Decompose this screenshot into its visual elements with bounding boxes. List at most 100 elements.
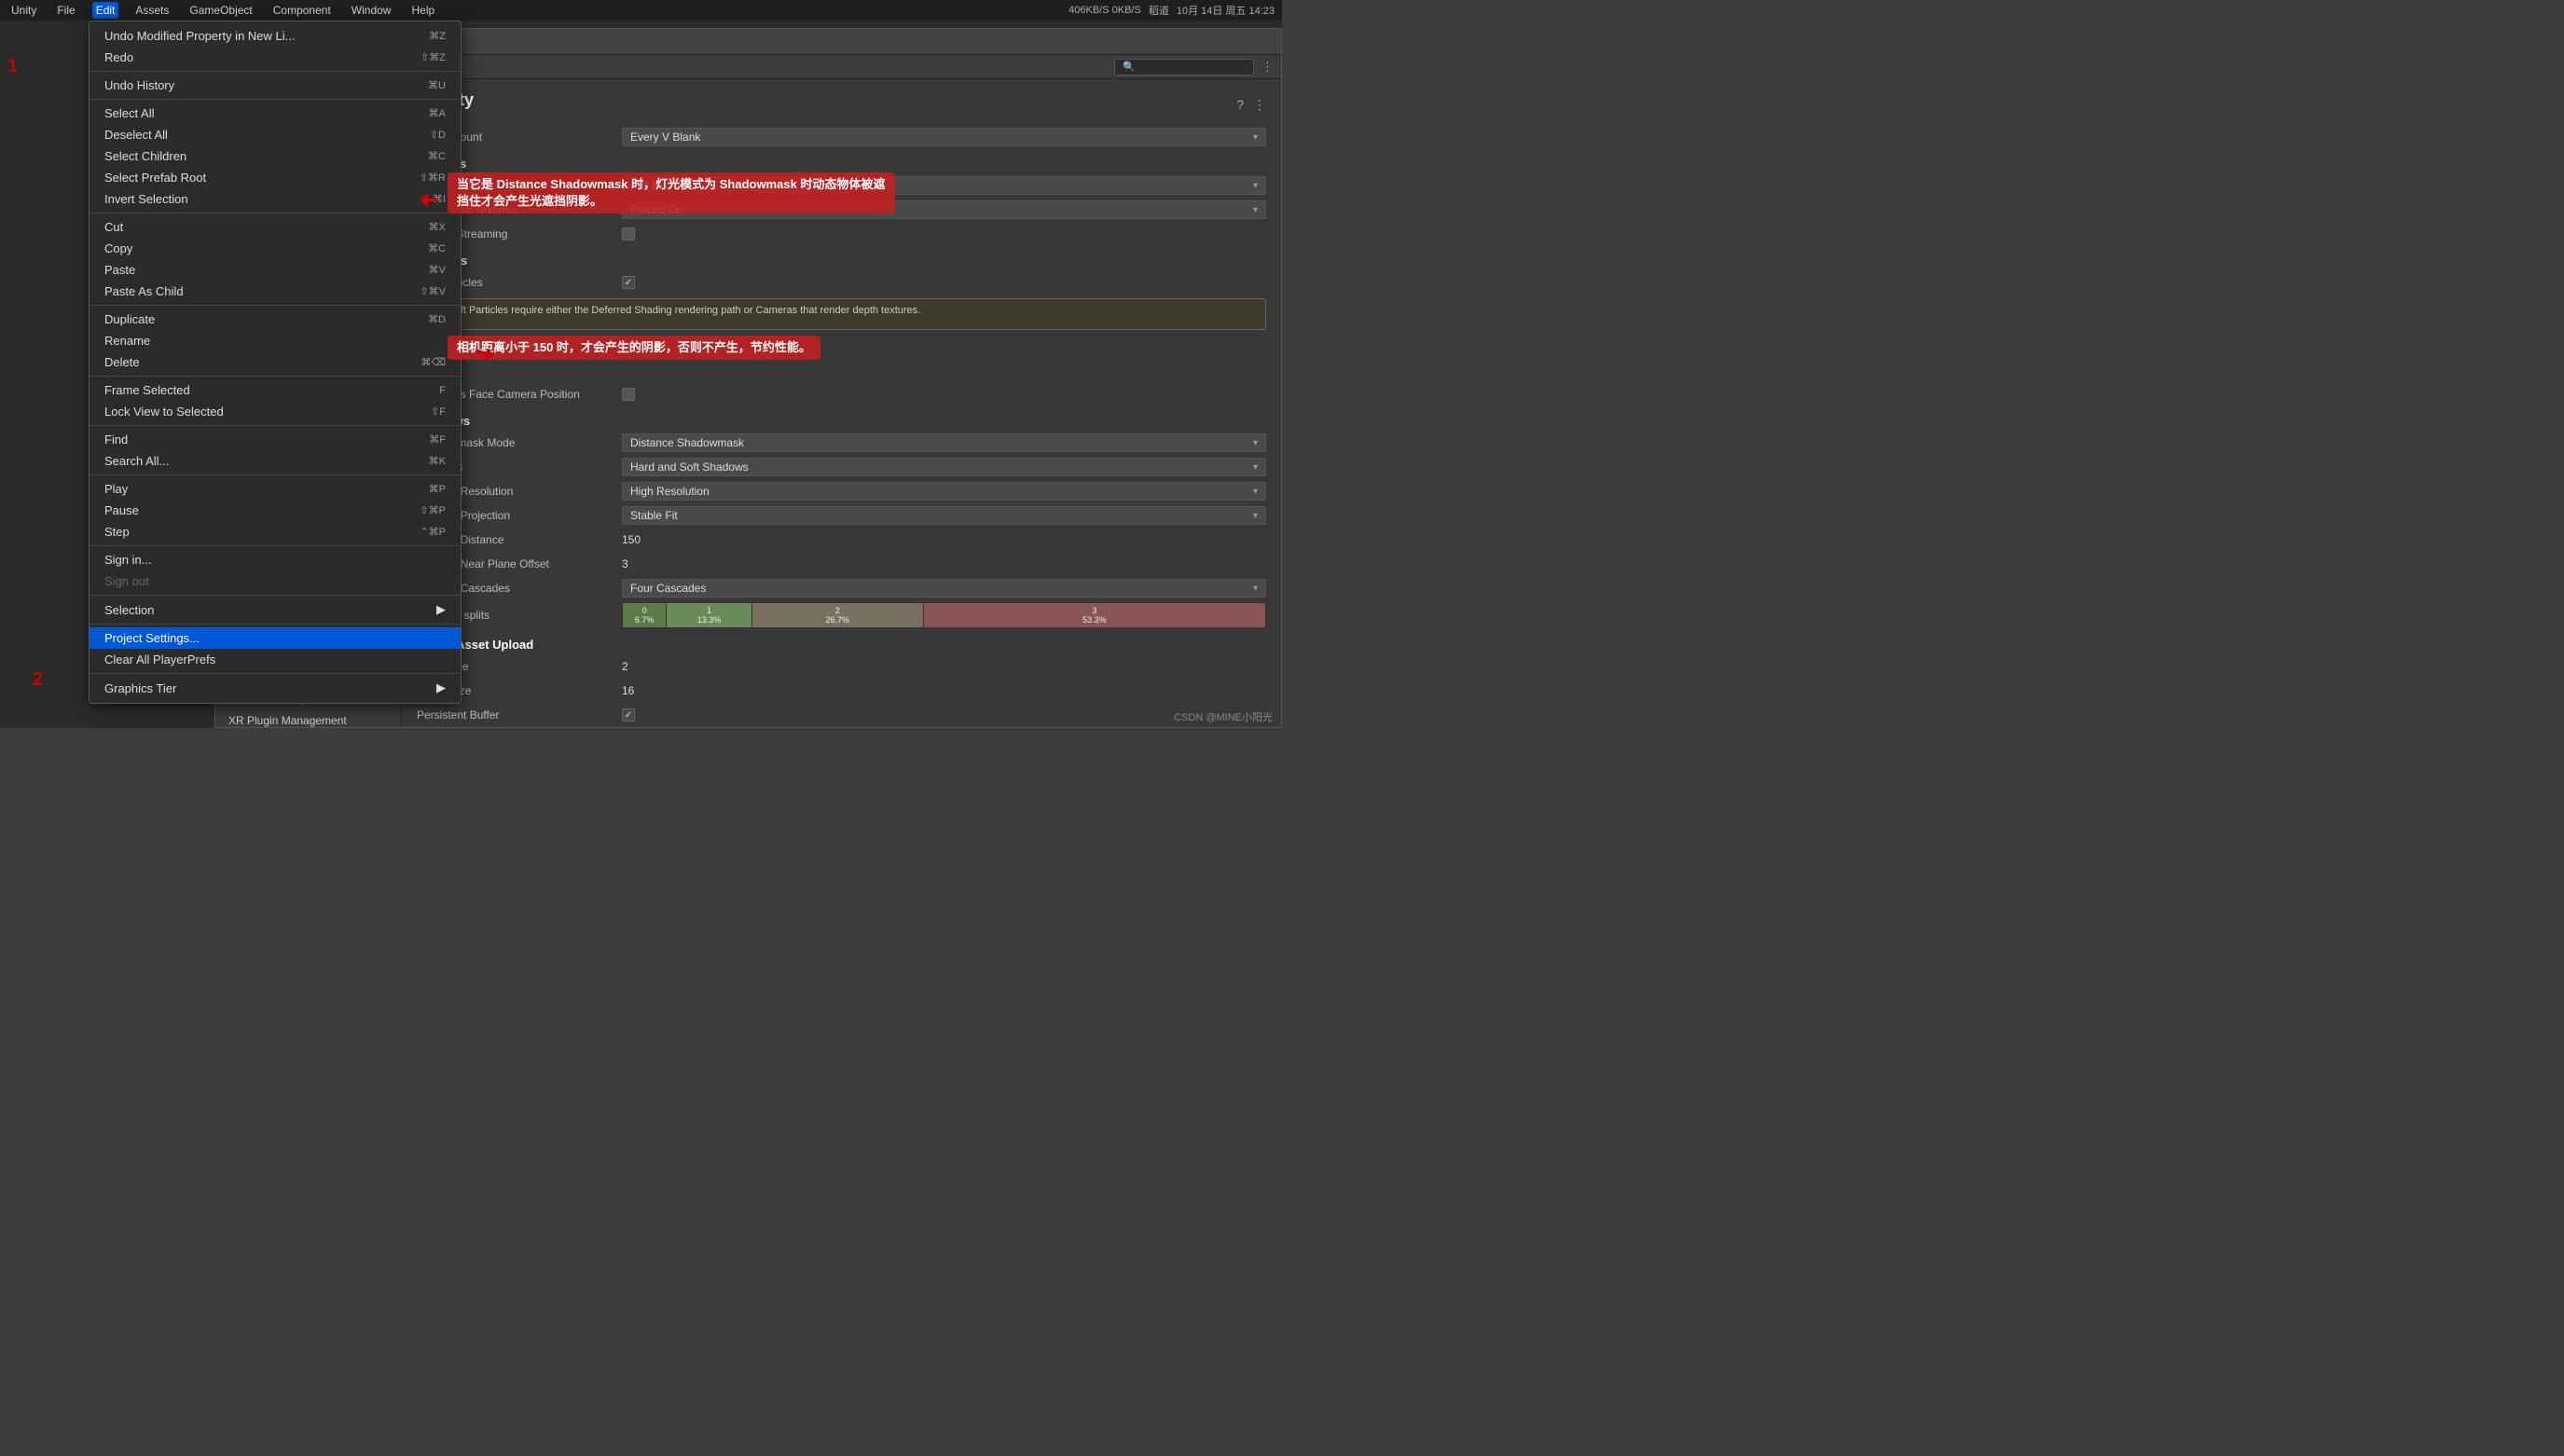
- shadow-projection-dropdown[interactable]: Stable Fit ▾: [622, 506, 1266, 525]
- texture-streaming-checkbox[interactable]: [622, 227, 635, 240]
- shadows-header: Shadows: [417, 414, 1266, 428]
- shadow-cascades-row: Shadow Cascades Four Cascades ▾: [417, 578, 1266, 598]
- sep-1: [90, 71, 461, 72]
- menubar-right: 406KB/S 0KB/S 稻道 10月 14日 周五 14:23: [1068, 3, 1275, 18]
- menu-clear-playerprefs[interactable]: Clear All PlayerPrefs: [90, 649, 461, 670]
- sidebar-item-xr-plugin-management[interactable]: XR Plugin Management: [215, 709, 401, 727]
- menu-sign-out: Sign out: [90, 570, 461, 592]
- menu-file[interactable]: File: [53, 2, 78, 19]
- sep-4: [90, 305, 461, 306]
- datetime: 10月 14日 周五 14:23: [1177, 3, 1275, 18]
- anisotropic-row: Anisotropic Textures Forced On ▾: [417, 199, 1266, 220]
- texture-streaming-row: Texture Streaming: [417, 224, 1266, 244]
- cascade-seg-2: 2 26.7%: [751, 603, 923, 627]
- shadowmask-row: Shadowmask Mode Distance Shadowmask ▾: [417, 433, 1266, 453]
- menubar: Unity File Edit Assets GameObject Compon…: [0, 0, 1282, 21]
- edit-dropdown-menu: Undo Modified Property in New Li... ⌘Z R…: [89, 21, 462, 704]
- menu-select-prefab-root[interactable]: Select Prefab Root ⇧⌘R: [90, 167, 461, 188]
- shadow-resolution-dropdown[interactable]: High Resolution ▾: [622, 482, 1266, 501]
- menu-select-all[interactable]: Select All ⌘A: [90, 103, 461, 124]
- menu-paste[interactable]: Paste ⌘V: [90, 259, 461, 281]
- menu-select-children[interactable]: Select Children ⌘C: [90, 145, 461, 167]
- menu-delete[interactable]: Delete ⌘⌫: [90, 351, 461, 373]
- persistent-buffer-label: Persistent Buffer: [417, 708, 622, 721]
- time-slice-value: 2: [622, 660, 1266, 673]
- sep-10: [90, 624, 461, 625]
- panel-more-icon[interactable]: ⋮: [1253, 97, 1266, 113]
- menu-gameobject[interactable]: GameObject: [186, 2, 255, 19]
- menu-window[interactable]: Window: [348, 2, 395, 19]
- menu-find[interactable]: Find ⌘F: [90, 429, 461, 450]
- vsync-dropdown[interactable]: Every V Blank ▾: [622, 128, 1266, 146]
- selection-arrow-icon: ▶: [436, 602, 446, 617]
- menu-lock-view[interactable]: Lock View to Selected ⇧F: [90, 401, 461, 422]
- terrain-header: Terrain: [417, 365, 1266, 379]
- shadows-dd-arrow-icon: ▾: [1253, 462, 1258, 473]
- menu-unity[interactable]: Unity: [7, 2, 40, 19]
- graphics-tier-arrow-icon: ▶: [436, 680, 446, 695]
- shadow-distance-row: Shadow Distance 150: [417, 529, 1266, 550]
- persistent-buffer-checkbox[interactable]: ✓: [622, 708, 635, 721]
- menu-rename[interactable]: Rename: [90, 330, 461, 351]
- shadowmask-dropdown[interactable]: Distance Shadowmask ▾: [622, 433, 1266, 452]
- texture-quality-row: Texture Quality Full Res ▾: [417, 175, 1266, 196]
- more-icon[interactable]: ⋮: [1261, 60, 1274, 75]
- cascade-seg-0: 0 6.7%: [623, 603, 666, 627]
- menu-step[interactable]: Step ⌃⌘P: [90, 521, 461, 543]
- cascade-splits-row: Cascade splits 0 6.7% 1 13.3% 2: [417, 602, 1266, 628]
- menu-frame-selected[interactable]: Frame Selected F: [90, 379, 461, 401]
- menu-graphics-tier[interactable]: Graphics Tier ▶: [90, 677, 461, 699]
- shadow-resolution-row: Shadow Resolution High Resolution ▾: [417, 481, 1266, 501]
- vsync-row: VSync Count Every V Blank ▾: [417, 127, 1266, 147]
- cascade-bar-container: 0 6.7% 1 13.3% 2 26.7% 3: [622, 602, 1266, 628]
- shadow-near-plane-value: 3: [622, 557, 1266, 570]
- menu-assets[interactable]: Assets: [131, 2, 172, 19]
- menu-help[interactable]: Help: [407, 2, 438, 19]
- help-icon[interactable]: ?: [1236, 97, 1244, 113]
- particles-header: Particles: [417, 254, 1266, 268]
- menu-project-settings[interactable]: Project Settings...: [90, 627, 461, 649]
- shadow-distance-value: 150: [622, 533, 1266, 546]
- search-input[interactable]: [1114, 59, 1254, 76]
- menu-search-all[interactable]: Search All... ⌘K: [90, 450, 461, 472]
- sep-8: [90, 545, 461, 546]
- persistent-buffer-row: Persistent Buffer ✓: [417, 705, 1266, 725]
- network-stat: 406KB/S 0KB/S: [1068, 5, 1141, 16]
- particle-raycast-budget-value: 4096: [622, 339, 1266, 352]
- menu-edit[interactable]: Edit: [92, 2, 119, 19]
- menu-play[interactable]: Play ⌘P: [90, 478, 461, 500]
- cascade-seg-3: 3 53.3%: [923, 603, 1265, 627]
- menu-undo[interactable]: Undo Modified Property in New Li... ⌘Z: [90, 25, 461, 47]
- soft-particles-checkbox[interactable]: ✓: [622, 276, 635, 289]
- shadow-cascades-dd-arrow-icon: ▾: [1253, 584, 1258, 594]
- menu-cut[interactable]: Cut ⌘X: [90, 216, 461, 238]
- sep-7: [90, 474, 461, 475]
- menu-copy[interactable]: Copy ⌘C: [90, 238, 461, 259]
- billboards-checkbox[interactable]: [622, 388, 635, 401]
- buffer-size-row: Buffer Size 16: [417, 680, 1266, 701]
- menu-redo[interactable]: Redo ⇧⌘Z: [90, 47, 461, 68]
- vsync-dd-arrow-icon: ▾: [1253, 132, 1258, 143]
- particle-raycast-budget-row: Particle Raycast Budget 4096: [417, 336, 1266, 356]
- soft-particles-row: Soft Particles ✓: [417, 272, 1266, 293]
- shadows-dropdown[interactable]: Hard and Soft Shadows ▾: [622, 458, 1266, 476]
- menu-deselect-all[interactable]: Deselect All ⇧D: [90, 124, 461, 145]
- menu-undo-history[interactable]: Undo History ⌘U: [90, 75, 461, 96]
- menu-invert-selection[interactable]: Invert Selection ⌘I: [90, 188, 461, 210]
- menu-paste-as-child[interactable]: Paste As Child ⇧⌘V: [90, 281, 461, 302]
- menu-pause[interactable]: Pause ⇧⌘P: [90, 500, 461, 521]
- menu-duplicate[interactable]: Duplicate ⌘D: [90, 309, 461, 330]
- texture-quality-dd-arrow-icon: ▾: [1253, 181, 1258, 191]
- anisotropic-dropdown[interactable]: Forced On ▾: [622, 200, 1266, 219]
- sep-11: [90, 673, 461, 674]
- texture-quality-dropdown[interactable]: Full Res ▾: [622, 176, 1266, 195]
- billboards-row: Billboards Face Camera Position: [417, 384, 1266, 405]
- menu-selection[interactable]: Selection ▶: [90, 598, 461, 621]
- buffer-size-value: 16: [622, 684, 1266, 697]
- sep-2: [90, 99, 461, 100]
- shadow-projection-row: Shadow Projection Stable Fit ▾: [417, 505, 1266, 526]
- shadow-near-plane-row: Shadow Near Plane Offset 3: [417, 554, 1266, 574]
- menu-component[interactable]: Component: [269, 2, 335, 19]
- menu-sign-in[interactable]: Sign in...: [90, 549, 461, 570]
- shadow-cascades-dropdown[interactable]: Four Cascades ▾: [622, 579, 1266, 598]
